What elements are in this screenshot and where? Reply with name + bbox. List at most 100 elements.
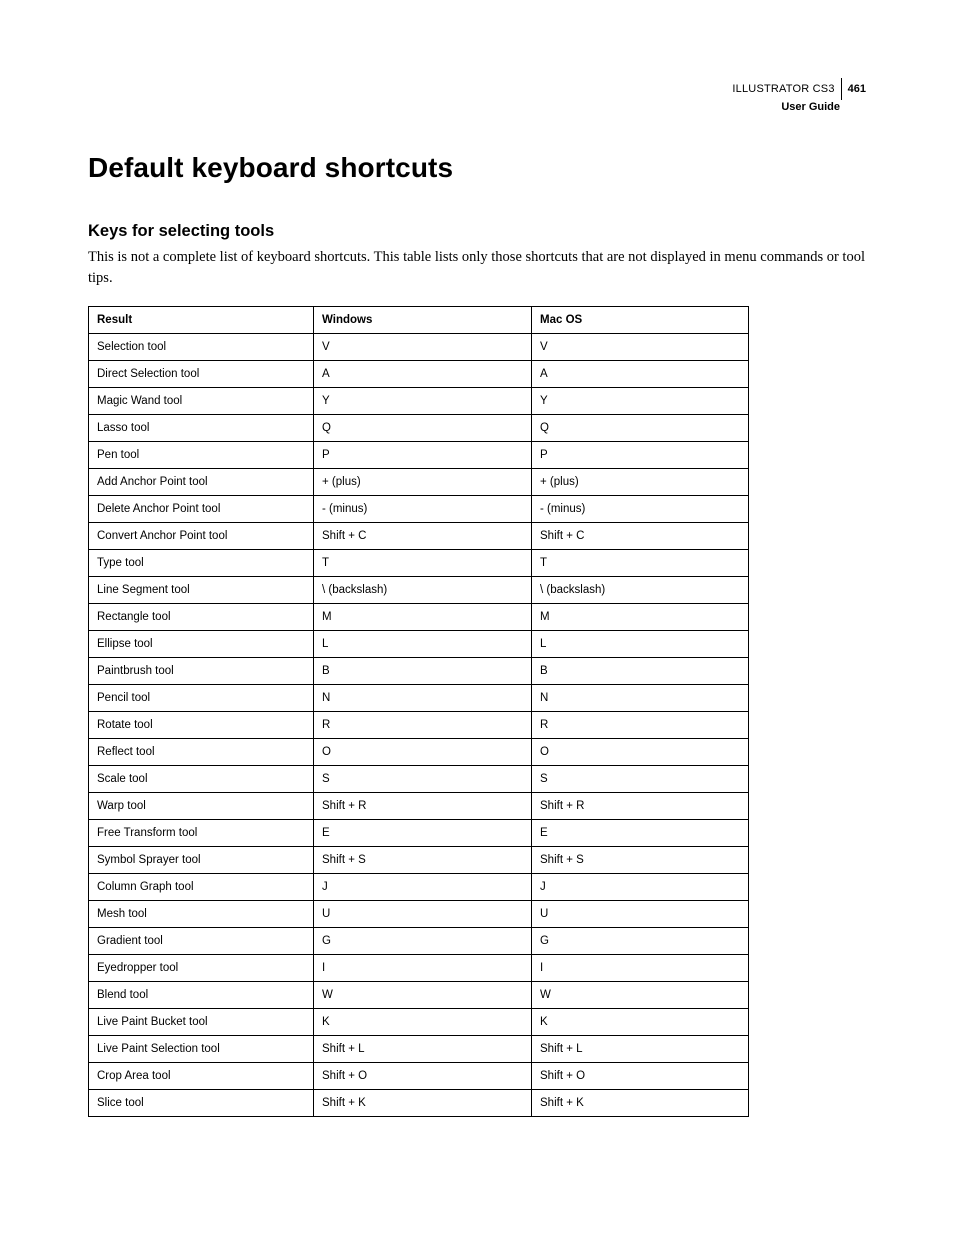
cell-macos: P xyxy=(532,442,749,469)
cell-result: Pencil tool xyxy=(89,685,314,712)
table-row: Delete Anchor Point tool- (minus)- (minu… xyxy=(89,496,749,523)
cell-windows: U xyxy=(314,901,532,928)
table-row: Mesh toolUU xyxy=(89,901,749,928)
table-row: Scale toolSS xyxy=(89,766,749,793)
col-header-macos: Mac OS xyxy=(532,307,749,334)
cell-result: Magic Wand tool xyxy=(89,388,314,415)
cell-windows: Shift + O xyxy=(314,1063,532,1090)
cell-result: Selection tool xyxy=(89,334,314,361)
page-number: 461 xyxy=(848,82,866,97)
table-row: Symbol Sprayer toolShift + SShift + S xyxy=(89,847,749,874)
table-row: Crop Area toolShift + OShift + O xyxy=(89,1063,749,1090)
table-row: Rotate toolRR xyxy=(89,712,749,739)
cell-windows: S xyxy=(314,766,532,793)
cell-result: Column Graph tool xyxy=(89,874,314,901)
cell-result: Crop Area tool xyxy=(89,1063,314,1090)
cell-windows: I xyxy=(314,955,532,982)
cell-result: Add Anchor Point tool xyxy=(89,469,314,496)
cell-result: Direct Selection tool xyxy=(89,361,314,388)
cell-macos: \ (backslash) xyxy=(532,577,749,604)
cell-result: Line Segment tool xyxy=(89,577,314,604)
cell-result: Scale tool xyxy=(89,766,314,793)
header-line-1: ILLUSTRATOR CS3 461 xyxy=(732,78,866,100)
table-body: Selection toolVVDirect Selection toolAAM… xyxy=(89,334,749,1117)
cell-result: Pen tool xyxy=(89,442,314,469)
table-row: Ellipse toolLL xyxy=(89,631,749,658)
running-header: ILLUSTRATOR CS3 461 User Guide xyxy=(732,78,866,115)
table-row: Add Anchor Point tool+ (plus)+ (plus) xyxy=(89,469,749,496)
cell-result: Blend tool xyxy=(89,982,314,1009)
table-header-row: Result Windows Mac OS xyxy=(89,307,749,334)
table-row: Eyedropper toolII xyxy=(89,955,749,982)
cell-windows: R xyxy=(314,712,532,739)
table-row: Slice toolShift + KShift + K xyxy=(89,1090,749,1117)
cell-macos: S xyxy=(532,766,749,793)
col-header-windows: Windows xyxy=(314,307,532,334)
cell-result: Reflect tool xyxy=(89,739,314,766)
cell-windows: Shift + R xyxy=(314,793,532,820)
cell-macos: V xyxy=(532,334,749,361)
table-row: Reflect toolOO xyxy=(89,739,749,766)
cell-windows: Shift + K xyxy=(314,1090,532,1117)
cell-macos: + (plus) xyxy=(532,469,749,496)
cell-macos: Y xyxy=(532,388,749,415)
cell-windows: B xyxy=(314,658,532,685)
product-name: ILLUSTRATOR CS3 xyxy=(732,82,834,97)
cell-windows: T xyxy=(314,550,532,577)
cell-windows: Shift + L xyxy=(314,1036,532,1063)
page: ILLUSTRATOR CS3 461 User Guide Default k… xyxy=(0,0,954,1235)
cell-macos: I xyxy=(532,955,749,982)
table-row: Pen toolPP xyxy=(89,442,749,469)
cell-macos: N xyxy=(532,685,749,712)
cell-windows: O xyxy=(314,739,532,766)
table-row: Selection toolVV xyxy=(89,334,749,361)
cell-windows: K xyxy=(314,1009,532,1036)
cell-result: Symbol Sprayer tool xyxy=(89,847,314,874)
cell-macos: O xyxy=(532,739,749,766)
table-row: Warp toolShift + RShift + R xyxy=(89,793,749,820)
cell-result: Eyedropper tool xyxy=(89,955,314,982)
cell-windows: E xyxy=(314,820,532,847)
table-row: Live Paint Selection toolShift + LShift … xyxy=(89,1036,749,1063)
cell-windows: L xyxy=(314,631,532,658)
cell-windows: + (plus) xyxy=(314,469,532,496)
cell-result: Slice tool xyxy=(89,1090,314,1117)
cell-result: Lasso tool xyxy=(89,415,314,442)
cell-windows: - (minus) xyxy=(314,496,532,523)
section-title: Keys for selecting tools xyxy=(88,222,866,241)
cell-windows: Shift + S xyxy=(314,847,532,874)
cell-macos: - (minus) xyxy=(532,496,749,523)
cell-result: Ellipse tool xyxy=(89,631,314,658)
cell-macos: R xyxy=(532,712,749,739)
cell-macos: Shift + R xyxy=(532,793,749,820)
cell-result: Convert Anchor Point tool xyxy=(89,523,314,550)
cell-windows: P xyxy=(314,442,532,469)
cell-windows: A xyxy=(314,361,532,388)
col-header-result: Result xyxy=(89,307,314,334)
table-row: Blend toolWW xyxy=(89,982,749,1009)
cell-windows: W xyxy=(314,982,532,1009)
cell-macos: B xyxy=(532,658,749,685)
cell-windows: M xyxy=(314,604,532,631)
cell-windows: Shift + C xyxy=(314,523,532,550)
cell-macos: Shift + O xyxy=(532,1063,749,1090)
cell-result: Paintbrush tool xyxy=(89,658,314,685)
cell-result: Type tool xyxy=(89,550,314,577)
intro-paragraph: This is not a complete list of keyboard … xyxy=(88,247,866,288)
cell-result: Free Transform tool xyxy=(89,820,314,847)
cell-macos: W xyxy=(532,982,749,1009)
table-row: Column Graph toolJJ xyxy=(89,874,749,901)
cell-macos: U xyxy=(532,901,749,928)
cell-macos: Shift + C xyxy=(532,523,749,550)
cell-macos: M xyxy=(532,604,749,631)
cell-macos: J xyxy=(532,874,749,901)
header-divider xyxy=(841,78,842,100)
cell-windows: V xyxy=(314,334,532,361)
cell-result: Warp tool xyxy=(89,793,314,820)
table-row: Lasso toolQQ xyxy=(89,415,749,442)
cell-result: Rotate tool xyxy=(89,712,314,739)
cell-windows: Q xyxy=(314,415,532,442)
cell-windows: \ (backslash) xyxy=(314,577,532,604)
cell-macos: Q xyxy=(532,415,749,442)
header-subtitle: User Guide xyxy=(732,100,840,115)
